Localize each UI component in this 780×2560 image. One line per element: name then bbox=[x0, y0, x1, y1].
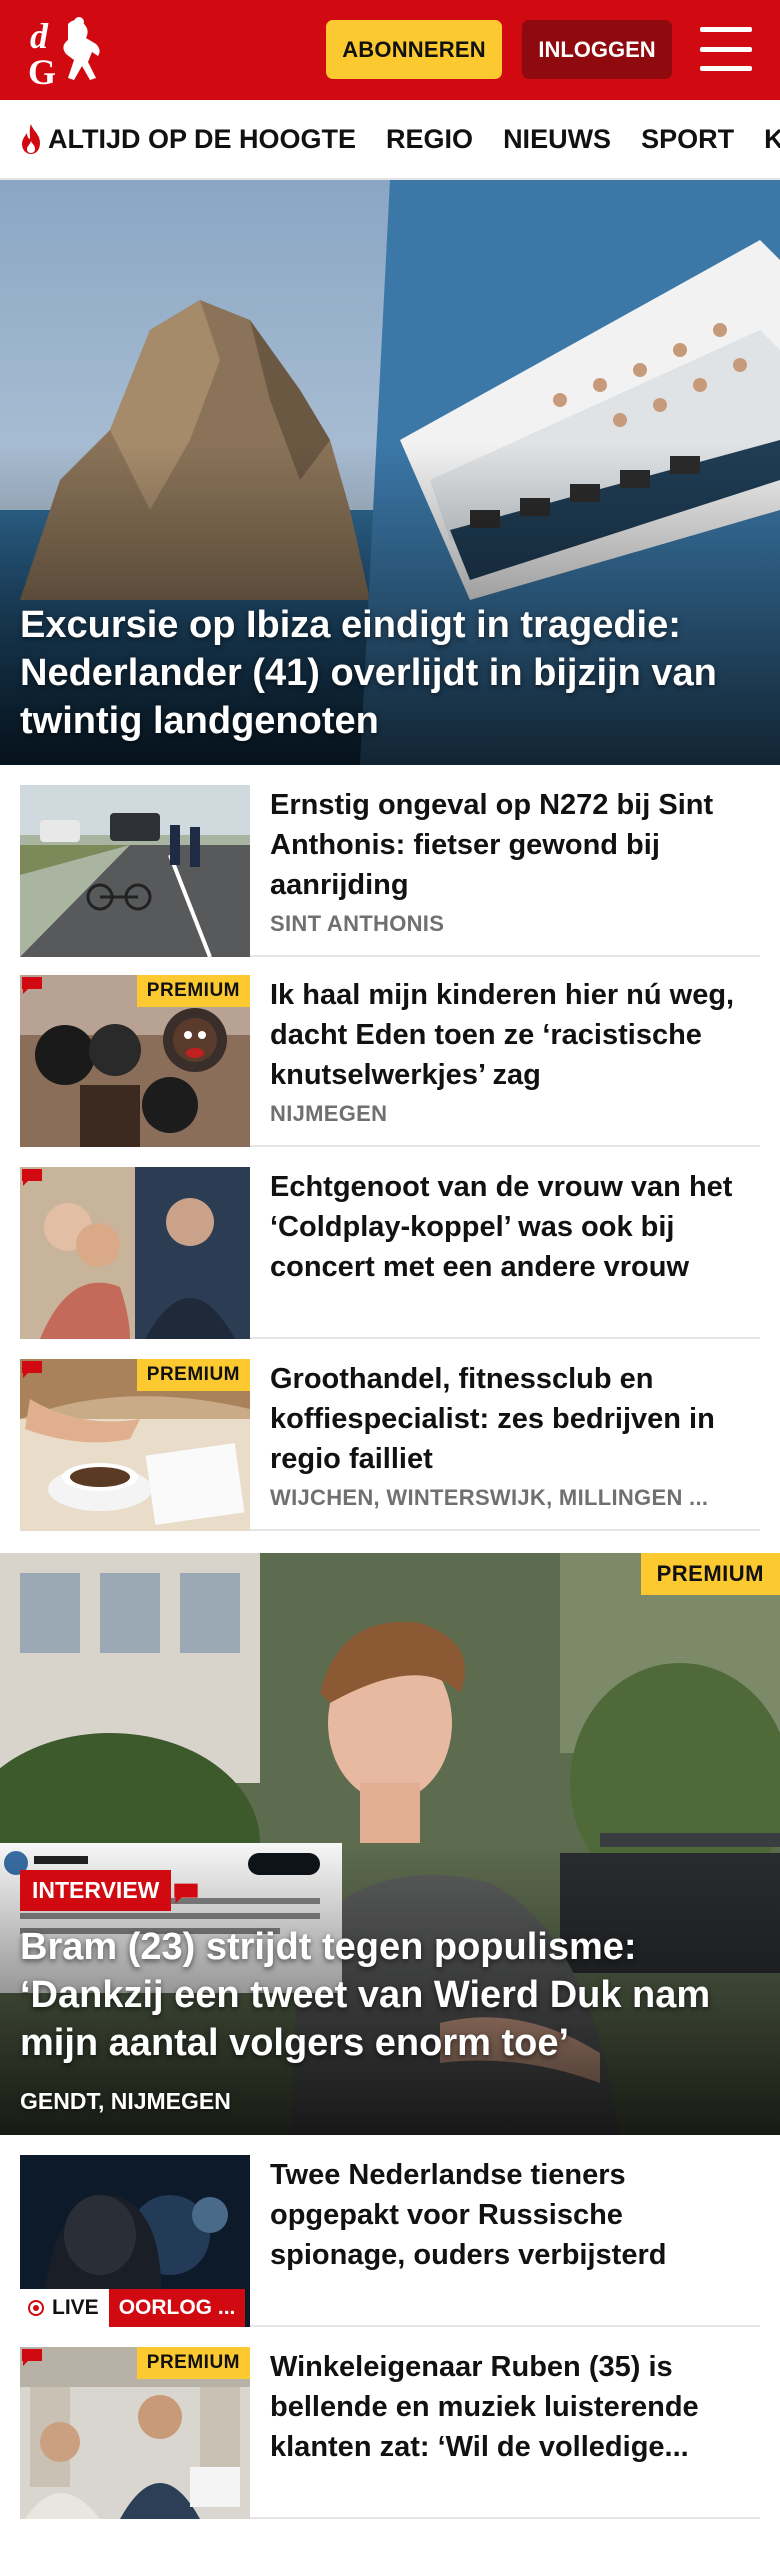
nav-label: ALTIJD OP DE HOOGTE bbox=[48, 123, 357, 154]
comment-icon bbox=[22, 2349, 42, 2366]
article-text: Ernstig ongeval op N272 bij Sint Anthoni… bbox=[270, 785, 760, 937]
list-item[interactable]: Echtgenoot van de vrouw van het ‘Coldpla… bbox=[20, 1167, 760, 1339]
live-dot-icon bbox=[28, 2300, 44, 2316]
premium-badge: PREMIUM bbox=[136, 975, 250, 1007]
article-title[interactable]: Groothandel, fitnessclub en koffiespecia… bbox=[270, 1359, 760, 1479]
list-item[interactable]: PREMIUM Ik haal mijn kinderen hier nú we… bbox=[20, 975, 760, 1147]
flame-icon bbox=[22, 124, 40, 154]
article-title[interactable]: Echtgenoot van de vrouw van het ‘Coldpla… bbox=[270, 1167, 760, 1287]
nav-item-altijd-op-de-hoogte[interactable]: ALTIJD OP DE HOOGTE bbox=[18, 123, 356, 155]
subscribe-button[interactable]: ABONNEREN bbox=[326, 20, 502, 79]
topic-label: OORLOG ... bbox=[108, 2289, 246, 2327]
article-text: Twee Nederlandse tieners opgepakt voor R… bbox=[270, 2155, 760, 2275]
nav-item-nieuws[interactable]: NIEUWS bbox=[503, 124, 611, 155]
interview-tag: INTERVIEW bbox=[20, 1870, 172, 1911]
article-title[interactable]: Winkeleigenaar Ruben (35) is bellende en… bbox=[270, 2347, 760, 2467]
feature-location: GENDT, NIJMEGEN bbox=[20, 2088, 231, 2114]
premium-badge: PREMIUM bbox=[640, 1553, 780, 1595]
site-header: d G ABONNEREN INLOGGEN bbox=[0, 0, 780, 100]
svg-text:d: d bbox=[30, 16, 49, 56]
article-thumbnail: PREMIUM bbox=[20, 1359, 250, 1531]
article-location: NIJMEGEN bbox=[270, 1101, 388, 1126]
live-tag[interactable]: LIVE OORLOG ... bbox=[20, 2289, 246, 2327]
nav-item-regio[interactable]: REGIO bbox=[386, 124, 473, 155]
article-location: SINT ANTHONIS bbox=[270, 911, 445, 936]
list-item[interactable]: LIVE OORLOG ... Twee Nederlandse tieners… bbox=[20, 2155, 760, 2327]
premium-badge: PREMIUM bbox=[136, 2347, 250, 2379]
comment-icon bbox=[174, 1883, 198, 1904]
feature-headline[interactable]: Bram (23) strijdt tegen populisme: ‘Dank… bbox=[20, 1923, 764, 2067]
hero-article[interactable]: Excursie op Ibiza eindigt in tragedie: N… bbox=[0, 180, 780, 765]
svg-text:G: G bbox=[28, 52, 56, 88]
login-button[interactable]: INLOGGEN bbox=[522, 20, 672, 79]
dg-logo[interactable]: d G bbox=[24, 14, 116, 88]
live-label: LIVE bbox=[52, 2296, 99, 2319]
article-title[interactable]: Twee Nederlandse tieners opgepakt voor R… bbox=[270, 2155, 760, 2275]
article-text: Groothandel, fitnessclub en koffiespecia… bbox=[270, 1359, 760, 1511]
live-indicator: LIVE bbox=[20, 2289, 109, 2327]
comment-icon bbox=[22, 1169, 42, 1186]
article-thumbnail bbox=[20, 785, 250, 957]
premium-badge: PREMIUM bbox=[136, 1359, 250, 1391]
comment-icon bbox=[22, 1361, 42, 1378]
section-nav: ALTIJD OP DE HOOGTE REGIO NIEUWS SPORT K… bbox=[0, 100, 780, 180]
list-item[interactable]: PREMIUM Winkeleigenaar Ruben (35) is bel… bbox=[20, 2347, 760, 2519]
article-text: Winkeleigenaar Ruben (35) is bellende en… bbox=[270, 2347, 760, 2467]
hero-headline[interactable]: Excursie op Ibiza eindigt in tragedie: N… bbox=[20, 601, 762, 745]
article-title[interactable]: Ik haal mijn kinderen hier nú weg, dacht… bbox=[270, 975, 760, 1095]
comment-icon bbox=[22, 977, 42, 994]
article-text: Ik haal mijn kinderen hier nú weg, dacht… bbox=[270, 975, 760, 1127]
nav-item-sport[interactable]: SPORT bbox=[641, 124, 734, 155]
list-item[interactable]: Ernstig ongeval op N272 bij Sint Anthoni… bbox=[20, 785, 760, 957]
list-item[interactable]: PREMIUM Groothandel, fitnessclub en koff… bbox=[20, 1359, 760, 1531]
article-thumbnail bbox=[20, 1167, 250, 1339]
article-title[interactable]: Ernstig ongeval op N272 bij Sint Anthoni… bbox=[270, 785, 760, 905]
article-thumbnail: PREMIUM bbox=[20, 975, 250, 1147]
article-thumbnail: PREMIUM bbox=[20, 2347, 250, 2519]
feature-article[interactable]: PREMIUM INTERVIEW Bram (23) strijdt tege… bbox=[0, 1553, 780, 2135]
hamburger-menu-icon[interactable] bbox=[700, 24, 752, 74]
article-text: Echtgenoot van de vrouw van het ‘Coldpla… bbox=[270, 1167, 760, 1287]
article-location: WIJCHEN, WINTERSWIJK, MILLINGEN ... bbox=[270, 1485, 709, 1510]
article-thumbnail: LIVE OORLOG ... bbox=[20, 2155, 250, 2327]
nav-item-kijk[interactable]: KIJK bbox=[764, 124, 780, 155]
